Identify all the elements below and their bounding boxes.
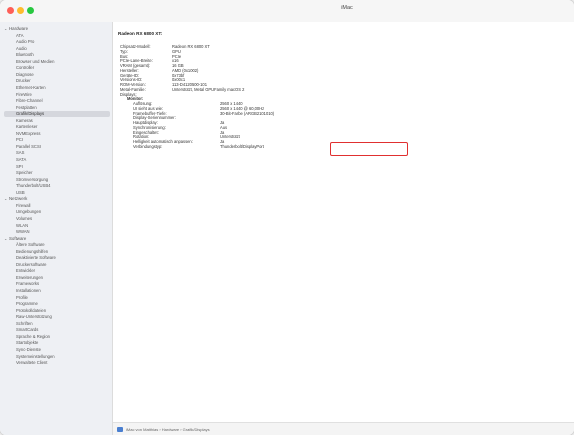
sidebar-item[interactable]: USB: [16, 190, 108, 196]
info-value: 30-Bit-Farbe (ARGB2101010): [220, 110, 275, 116]
sidebar-item[interactable]: Sync-Dienste: [16, 347, 108, 353]
sidebar-item[interactable]: Sprache & Region: [16, 334, 108, 340]
sidebar-group-label: Netzwerk: [9, 196, 28, 202]
sidebar-item[interactable]: FireWire: [16, 92, 108, 98]
detail-pane: Radeon RX 6800 XT: Chipsatz-Modell: Radeo…: [113, 22, 574, 422]
sidebar-item[interactable]: Kartenleser: [16, 124, 108, 130]
sidebar-group-label: Hardware: [9, 26, 29, 31]
sidebar-item[interactable]: Audio Pro: [16, 39, 108, 45]
sidebar-item[interactable]: Fibre-Channel: [16, 98, 108, 104]
sidebar-item[interactable]: Thunderbolt/USB4: [16, 183, 108, 189]
sidebar-item[interactable]: Programme: [16, 301, 108, 307]
sidebar-group-network[interactable]: ⌄ Netzwerk: [4, 196, 27, 202]
sidebar-item[interactable]: Audio: [16, 46, 108, 52]
sidebar-item[interactable]: Volumes: [16, 216, 108, 222]
sidebar-item[interactable]: ATA: [16, 33, 108, 39]
sidebar-item[interactable]: SmartCards: [16, 327, 108, 333]
system-information-window: iMac ⌄ Hardware ATA Audio Pro Audio Bluetooth…: [0, 0, 574, 435]
sidebar-item[interactable]: Stromversorgung: [16, 177, 108, 183]
sidebar-item[interactable]: SATA: [16, 157, 108, 163]
highlight-annotation: [330, 142, 408, 156]
sidebar-item[interactable]: PCI: [16, 137, 108, 143]
sidebar-item[interactable]: Deaktivierte Software: [16, 255, 108, 261]
sidebar-item[interactable]: Entwickler: [16, 268, 108, 274]
sidebar-item[interactable]: Umgebungen: [16, 209, 108, 215]
sidebar-item[interactable]: Verwaltete Client: [16, 360, 108, 366]
sidebar-item[interactable]: SPI: [16, 164, 108, 170]
sidebar-item[interactable]: Speicher: [16, 170, 108, 176]
sidebar-item[interactable]: SAS: [16, 150, 108, 156]
sidebar-item[interactable]: Installationen: [16, 288, 108, 294]
sidebar-item[interactable]: Parallel SCSI: [16, 144, 108, 150]
sidebar-item[interactable]: Ältere Software: [16, 242, 108, 248]
sidebar-item[interactable]: Druckersoftware: [16, 262, 108, 268]
sidebar-item[interactable]: WWAN: [16, 229, 108, 235]
sidebar[interactable]: ⌄ Hardware ATA Audio Pro Audio Bluetooth Brows…: [0, 22, 113, 435]
info-value: Unterstützt, Metal GPUFamily macOS 2: [172, 86, 245, 92]
sidebar-item[interactable]: Bedienungshilfen: [16, 249, 108, 255]
sidebar-item[interactable]: Systemeinstellungen: [16, 354, 108, 360]
sidebar-item[interactable]: Startobjekte: [16, 340, 108, 346]
sidebar-item[interactable]: Schriften: [16, 321, 108, 327]
info-value: Thunderbolt/DisplayPort: [220, 143, 264, 149]
sidebar-item[interactable]: Grafik/Displays: [4, 111, 110, 118]
sidebar-item[interactable]: Profile: [16, 295, 108, 301]
sidebar-item[interactable]: Kameras: [16, 118, 108, 124]
sidebar-item[interactable]: Browser und Medien: [16, 59, 108, 65]
info-key: Verbindungstyp:: [133, 143, 163, 149]
computer-icon: [117, 427, 123, 432]
sidebar-item[interactable]: Raw-Unterstützung: [16, 314, 108, 320]
sidebar-group-label: Software: [9, 235, 27, 241]
sidebar-item[interactable]: Ethernet-Karten: [16, 85, 108, 91]
sidebar-item[interactable]: Erweiterungen: [16, 275, 108, 281]
sidebar-item[interactable]: Protokolldateien: [16, 308, 108, 314]
sidebar-item[interactable]: Festplatten: [16, 105, 108, 111]
sidebar-item[interactable]: Firewall: [16, 203, 108, 209]
title-bar: iMac: [0, 0, 574, 23]
sidebar-item[interactable]: Bluetooth: [16, 52, 108, 58]
window-title: iMac: [341, 5, 353, 11]
sidebar-item[interactable]: Drucker: [16, 78, 108, 84]
sidebar-item[interactable]: NVMExpress: [16, 131, 108, 137]
sidebar-group-hardware[interactable]: ⌄ Hardware: [4, 26, 28, 32]
sidebar-item[interactable]: Diagnose: [16, 72, 108, 78]
device-title: Radeon RX 6800 XT:: [118, 31, 163, 36]
status-bar: iMac von Matthias › Hardware › Grafik/Di…: [113, 422, 574, 435]
sidebar-group-software[interactable]: ⌄ Software: [4, 236, 26, 242]
sidebar-item[interactable]: Controller: [16, 65, 108, 71]
sidebar-item[interactable]: Frameworks: [16, 281, 108, 287]
sidebar-item[interactable]: WLAN: [16, 223, 108, 229]
breadcrumb-path: iMac von Matthias › Hardware › Grafik/Di…: [126, 427, 210, 432]
